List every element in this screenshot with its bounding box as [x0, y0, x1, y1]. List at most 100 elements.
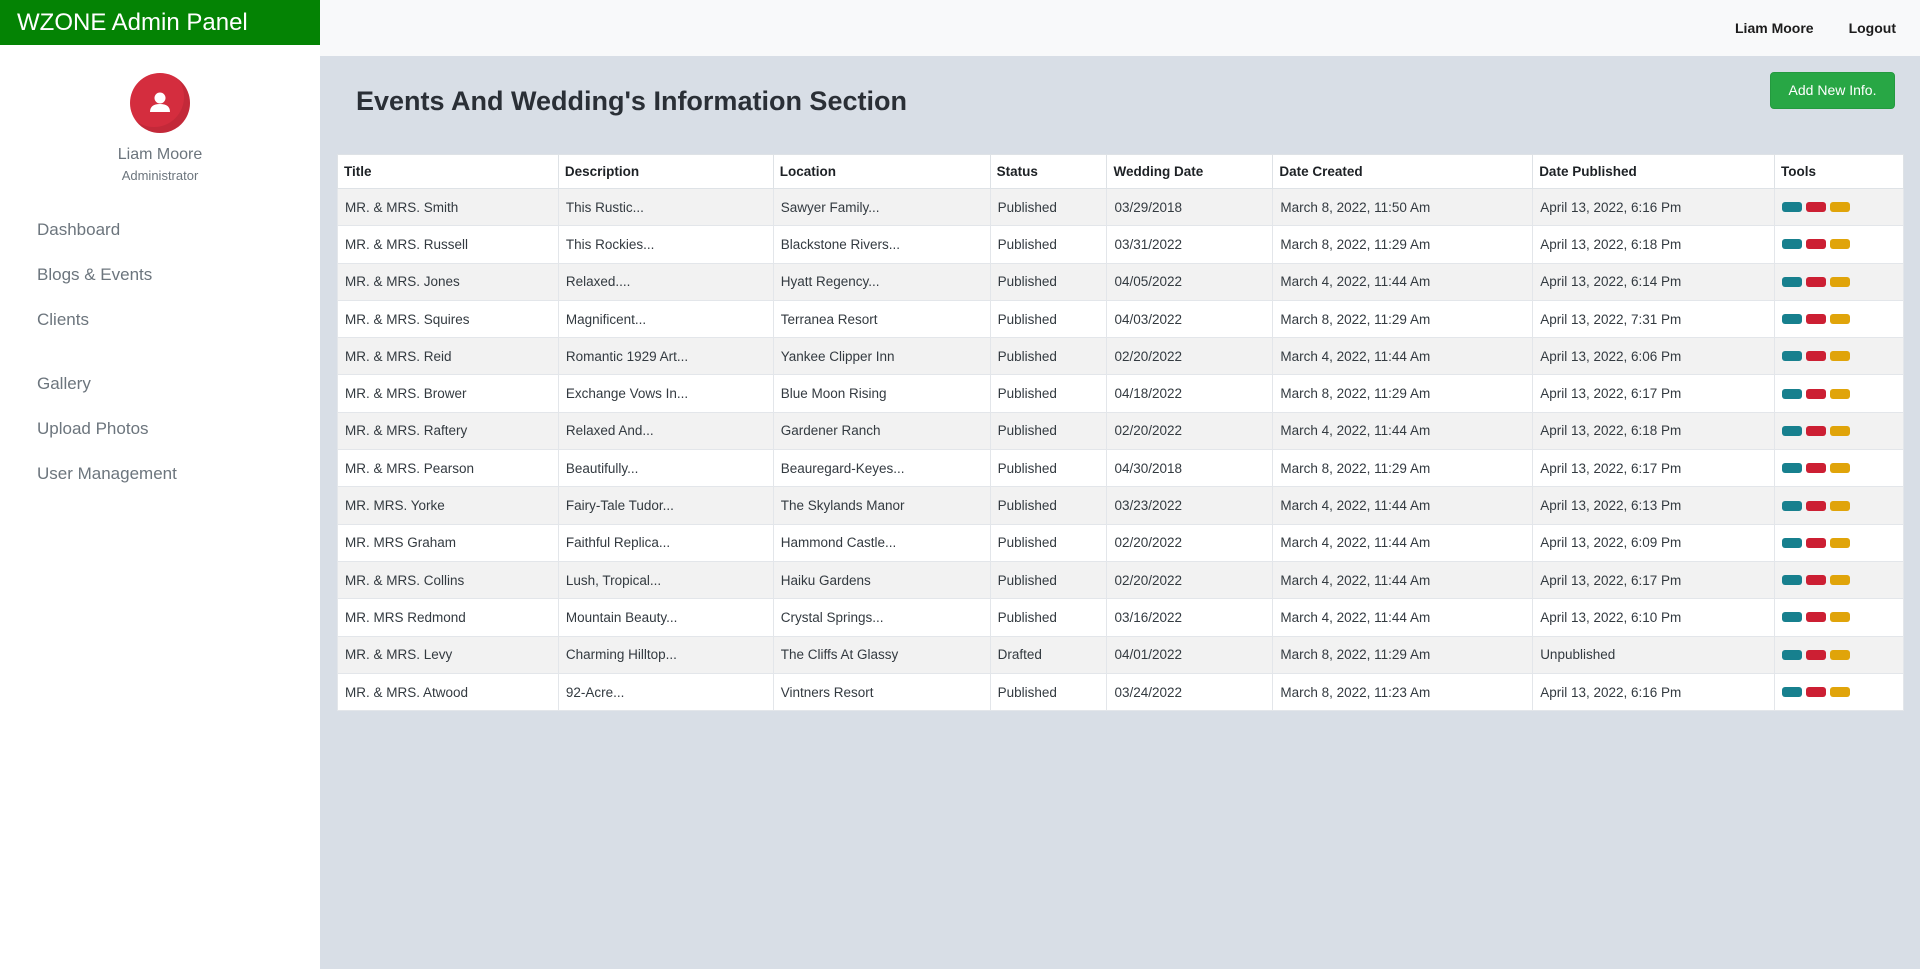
sidebar-item-gallery[interactable]: Gallery — [0, 361, 320, 406]
column-header-location[interactable]: Location — [772, 154, 991, 189]
table-row: MR. & MRS. Jones Relaxed.... Hyatt Regency… — [337, 262, 1904, 301]
date-created-cell: March 4, 2022, 11:44 Am — [1272, 262, 1534, 301]
wedding-date-cell: 03/31/2022 — [1106, 225, 1274, 264]
view-icon[interactable] — [1782, 239, 1803, 250]
status-cell: Published — [989, 411, 1108, 451]
date-created-cell: March 8, 2022, 11:29 Am — [1272, 635, 1534, 674]
view-icon[interactable] — [1782, 537, 1803, 548]
status-cell: Published — [989, 225, 1108, 264]
date-published-cell: April 13, 2022, 6:16 Pm — [1532, 672, 1776, 712]
column-header-status[interactable]: Status — [989, 154, 1108, 189]
user-menu-link[interactable]: Liam Moore — [1735, 20, 1814, 36]
delete-icon[interactable] — [1806, 463, 1827, 474]
delete-icon[interactable] — [1806, 649, 1827, 660]
view-icon[interactable] — [1782, 388, 1803, 399]
view-icon[interactable] — [1782, 612, 1803, 623]
edit-icon[interactable] — [1830, 537, 1851, 548]
events-table: Title Description Location Status Wedding Da… — [337, 154, 1904, 712]
status-cell: Drafted — [989, 635, 1108, 674]
edit-icon[interactable] — [1830, 239, 1851, 250]
edit-icon[interactable] — [1830, 276, 1851, 287]
column-header-description[interactable]: Description — [557, 154, 774, 189]
date-published-cell: April 13, 2022, 6:18 Pm — [1532, 411, 1776, 451]
logout-link[interactable]: Logout — [1849, 20, 1896, 36]
title-cell: MR. & MRS. Jones — [337, 262, 559, 301]
wedding-date-cell: 03/24/2022 — [1106, 672, 1274, 712]
tools-cell — [1774, 374, 1904, 413]
sidebar-item-clients[interactable]: Clients — [0, 297, 320, 342]
delete-icon[interactable] — [1806, 388, 1827, 399]
title-cell: MR. & MRS. Levy — [337, 635, 559, 674]
sidebar-item-dashboard[interactable]: Dashboard — [0, 207, 320, 252]
view-icon[interactable] — [1782, 351, 1803, 362]
row-tools — [1782, 537, 1903, 548]
edit-icon[interactable] — [1830, 388, 1851, 399]
delete-icon[interactable] — [1806, 537, 1827, 548]
view-icon[interactable] — [1782, 500, 1803, 511]
description-cell: Charming Hilltop... — [557, 635, 774, 674]
view-icon[interactable] — [1782, 202, 1803, 213]
table-row: MR. & MRS. Raftery Relaxed And... Gardener… — [337, 411, 1904, 451]
edit-icon[interactable] — [1830, 202, 1851, 213]
add-new-info-button[interactable]: Add New Info. — [1770, 72, 1895, 109]
delete-icon[interactable] — [1806, 351, 1827, 362]
date-created-cell: March 4, 2022, 11:44 Am — [1272, 560, 1534, 600]
location-cell: Blue Moon Rising — [772, 374, 991, 413]
user-icon — [150, 92, 170, 112]
date-published-cell: April 13, 2022, 6:17 Pm — [1532, 560, 1776, 600]
edit-icon[interactable] — [1830, 500, 1851, 511]
date-published-cell: April 13, 2022, 6:14 Pm — [1532, 262, 1776, 301]
view-icon[interactable] — [1782, 575, 1803, 586]
view-icon[interactable] — [1782, 276, 1803, 287]
wedding-date-cell: 04/18/2022 — [1106, 374, 1274, 413]
delete-icon[interactable] — [1806, 500, 1827, 511]
sidebar-item-user-management[interactable]: User Management — [0, 451, 320, 496]
column-header-date-created[interactable]: Date Created — [1272, 154, 1534, 189]
delete-icon[interactable] — [1806, 612, 1827, 623]
delete-icon[interactable] — [1806, 239, 1827, 250]
sidebar-item-blogs-events[interactable]: Blogs & Events — [0, 252, 320, 297]
status-cell: Published — [989, 449, 1108, 488]
column-header-title[interactable]: Title — [337, 154, 559, 189]
description-cell: Fairy-Tale Tudor... — [557, 486, 774, 525]
edit-icon[interactable] — [1830, 575, 1851, 586]
location-cell: Beauregard-Keyes... — [772, 449, 991, 488]
delete-icon[interactable] — [1806, 687, 1827, 697]
column-header-date-published[interactable]: Date Published — [1532, 154, 1776, 189]
top-bar: Liam Moore Logout — [320, 0, 1920, 56]
date-published-cell: April 13, 2022, 6:09 Pm — [1532, 523, 1776, 562]
column-header-wedding-date[interactable]: Wedding Date — [1106, 154, 1274, 189]
delete-icon[interactable] — [1806, 575, 1827, 586]
edit-icon[interactable] — [1830, 687, 1851, 697]
brand-title[interactable]: WZONE Admin Panel — [0, 0, 320, 45]
view-icon[interactable] — [1782, 463, 1803, 474]
delete-icon[interactable] — [1806, 425, 1827, 436]
sidebar-nav: Dashboard Blogs & Events Clients Gallery… — [0, 207, 320, 496]
view-icon[interactable] — [1782, 314, 1803, 325]
date-created-cell: March 8, 2022, 11:29 Am — [1272, 449, 1534, 488]
delete-icon[interactable] — [1806, 202, 1827, 213]
wedding-date-cell: 04/30/2018 — [1106, 449, 1274, 488]
delete-icon[interactable] — [1806, 314, 1827, 325]
edit-icon[interactable] — [1830, 612, 1851, 623]
edit-icon[interactable] — [1830, 425, 1851, 436]
column-header-tools[interactable]: Tools — [1774, 154, 1904, 189]
title-cell: MR. & MRS. Collins — [337, 560, 559, 600]
date-created-cell: March 8, 2022, 11:29 Am — [1272, 374, 1534, 413]
profile-name: Liam Moore — [117, 146, 203, 163]
row-tools — [1782, 649, 1903, 660]
delete-icon[interactable] — [1806, 276, 1827, 287]
table-header-row: Title Description Location Status Wedding Da… — [337, 154, 1904, 189]
view-icon[interactable] — [1782, 425, 1803, 436]
wedding-date-cell: 02/20/2022 — [1106, 337, 1274, 376]
sidebar-item-upload-photos[interactable]: Upload Photos — [0, 406, 320, 451]
title-cell: MR. MRS. Yorke — [337, 486, 559, 525]
edit-icon[interactable] — [1830, 463, 1851, 474]
location-cell: Crystal Springs... — [772, 598, 991, 637]
edit-icon[interactable] — [1830, 351, 1851, 362]
edit-icon[interactable] — [1830, 649, 1851, 660]
table-row: MR. & MRS. Collins Lush, Tropical... Haiku… — [337, 560, 1904, 600]
edit-icon[interactable] — [1830, 314, 1851, 325]
view-icon[interactable] — [1782, 687, 1803, 697]
view-icon[interactable] — [1782, 649, 1803, 660]
